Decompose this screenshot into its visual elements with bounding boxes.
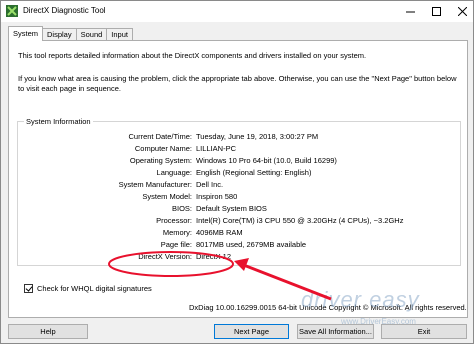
system-information-label: System Information: [24, 117, 93, 126]
info-label: Computer Name:: [134, 144, 192, 153]
info-row-system-manufacturer: System Manufacturer: Dell Inc.: [18, 180, 462, 191]
tab-system[interactable]: System: [8, 26, 44, 41]
info-label: Processor:: [156, 216, 192, 225]
info-label: Page file:: [160, 240, 192, 249]
info-value: Intel(R) Core(TM) i3 CPU 550 @ 3.20GHz (…: [196, 216, 404, 225]
info-row-processor: Processor: Intel(R) Core(TM) i3 CPU 550 …: [18, 216, 462, 227]
info-value: Windows 10 Pro 64-bit (10.0, Build 16299…: [196, 156, 337, 165]
minimize-button[interactable]: [397, 1, 423, 22]
info-row-operating-system: Operating System: Windows 10 Pro 64-bit …: [18, 156, 462, 167]
info-label: BIOS:: [171, 204, 192, 213]
info-row-directx-version: DirectX Version: DirectX 12: [18, 252, 462, 263]
info-row-system-model: System Model: Inspiron 580: [18, 192, 462, 203]
whql-checkbox-row[interactable]: Check for WHQL digital signatures: [24, 284, 152, 293]
info-row-computer-name: Computer Name: LILLIAN-PC: [18, 144, 462, 155]
whql-checkbox-label: Check for WHQL digital signatures: [37, 284, 152, 293]
info-value: English (Regional Setting: English): [196, 168, 312, 177]
info-label: Current Date/Time:: [128, 132, 193, 141]
save-all-information-button[interactable]: Save All Information...: [297, 324, 374, 339]
info-row-memory: Memory: 4096MB RAM: [18, 228, 462, 239]
driver-easy-watermark: driver easy: [301, 287, 420, 312]
info-label: Memory:: [162, 228, 192, 237]
directx-app-icon: [6, 5, 18, 17]
minimize-icon: [405, 11, 415, 13]
system-information-group: System Information Current Date/Time: Tu…: [17, 117, 462, 266]
info-row-language: Language: English (Regional Setting: Eng…: [18, 168, 462, 179]
maximize-icon: [431, 7, 441, 16]
intro-text: This tool reports detailed information a…: [18, 51, 367, 60]
info-label: System Model:: [142, 192, 192, 201]
info-value: Inspiron 580: [196, 192, 238, 201]
info-value: DirectX 12: [196, 252, 232, 261]
info-value: LILLIAN-PC: [196, 144, 237, 153]
info-row-page-file: Page file: 8017MB used, 2679MB available: [18, 240, 462, 251]
window-title: DirectX Diagnostic Tool: [23, 6, 106, 15]
info-label: Language:: [156, 168, 192, 177]
system-tab-panel: This tool reports detailed information a…: [8, 40, 468, 318]
instructions-text: If you know what area is causing the pro…: [18, 74, 457, 93]
info-label: DirectX Version:: [138, 252, 192, 261]
directx-diagnostic-window: DirectX Diagnostic Tool System Display S…: [0, 0, 474, 344]
next-page-button[interactable]: Next Page: [214, 324, 289, 339]
help-button[interactable]: Help: [8, 324, 88, 339]
info-value: Dell Inc.: [196, 180, 224, 189]
info-row-bios: BIOS: Default System BIOS: [18, 204, 462, 215]
maximize-button[interactable]: [423, 1, 449, 22]
close-button[interactable]: [449, 1, 474, 22]
info-value: Tuesday, June 19, 2018, 3:00:27 PM: [196, 132, 319, 141]
exit-button[interactable]: Exit: [381, 324, 467, 339]
title-bar[interactable]: DirectX Diagnostic Tool: [1, 1, 473, 22]
info-value: 8017MB used, 2679MB available: [196, 240, 307, 249]
info-row-date-time: Current Date/Time: Tuesday, June 19, 201…: [18, 132, 462, 143]
info-label: System Manufacturer:: [118, 180, 192, 189]
info-value: Default System BIOS: [196, 204, 267, 213]
close-icon: [457, 7, 467, 16]
tab-strip: System Display Sound Input: [8, 26, 133, 41]
info-value: 4096MB RAM: [196, 228, 243, 237]
info-label: Operating System:: [129, 156, 192, 165]
whql-checkbox[interactable]: [24, 284, 33, 293]
